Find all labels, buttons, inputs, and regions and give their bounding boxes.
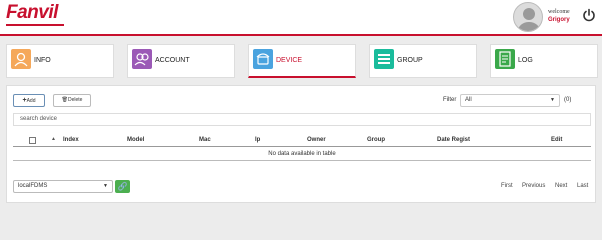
delete-button[interactable]: 🗑Delete xyxy=(53,94,91,107)
link-icon: 🔗 xyxy=(117,182,128,191)
filter-label: Filter xyxy=(443,97,457,103)
search-input[interactable]: search device xyxy=(13,113,591,126)
delete-button-label: Delete xyxy=(67,97,83,103)
logo-underline xyxy=(6,24,64,26)
column-owner[interactable]: Owner xyxy=(307,137,326,143)
column-ip[interactable]: Ip xyxy=(255,137,260,143)
column-index[interactable]: Index xyxy=(63,137,79,143)
device-panel: +Add 🗑Delete Filter All ▼ (0) search dev… xyxy=(6,85,596,203)
table-header: ▲ Index Model Mac Ip Owner Group Date Re… xyxy=(13,135,591,147)
filter-select[interactable]: All ▼ xyxy=(460,94,560,107)
tab-group-label: GROUP xyxy=(397,57,423,64)
info-user-icon xyxy=(11,49,31,69)
pager-next[interactable]: Next xyxy=(555,183,567,189)
sort-asc-icon[interactable]: ▲ xyxy=(51,136,56,142)
column-edit[interactable]: Edit xyxy=(551,137,562,143)
pager-last[interactable]: Last xyxy=(577,183,588,189)
tab-info-label: INFO xyxy=(34,57,51,64)
log-document-icon xyxy=(495,49,515,69)
pager-previous[interactable]: Previous xyxy=(522,183,545,189)
chevron-down-icon: ▼ xyxy=(550,97,555,103)
add-button[interactable]: +Add xyxy=(13,94,45,107)
pager-first[interactable]: First xyxy=(501,183,513,189)
group-list-icon xyxy=(374,49,394,69)
tab-group[interactable]: GROUP xyxy=(369,44,477,78)
tab-info[interactable]: INFO xyxy=(6,44,114,78)
username: Grigory xyxy=(548,17,570,23)
select-all-checkbox[interactable] xyxy=(29,137,36,144)
column-model[interactable]: Model xyxy=(127,137,144,143)
tab-device[interactable]: DEVICE xyxy=(248,44,356,78)
tab-log-label: LOG xyxy=(518,57,533,64)
account-users-icon xyxy=(132,49,152,69)
fanvil-logo: Fanvil xyxy=(6,2,58,23)
column-mac[interactable]: Mac xyxy=(199,137,211,143)
tab-device-label: DEVICE xyxy=(276,57,303,64)
device-phone-icon xyxy=(253,49,273,69)
tab-account[interactable]: ACCOUNT xyxy=(127,44,235,78)
top-header: Fanvil welcome Grigory xyxy=(0,0,602,36)
avatar[interactable] xyxy=(513,2,543,32)
server-value: localFDMS xyxy=(18,183,48,189)
empty-table-message: No data available in table xyxy=(13,148,591,161)
welcome-text: welcome xyxy=(548,9,570,15)
column-group[interactable]: Group xyxy=(367,137,385,143)
link-button[interactable]: 🔗 xyxy=(115,180,130,193)
tab-log[interactable]: LOG xyxy=(490,44,598,78)
add-button-label: Add xyxy=(26,98,36,104)
power-icon[interactable] xyxy=(582,8,596,22)
filter-value: All xyxy=(465,97,472,103)
tab-account-label: ACCOUNT xyxy=(155,57,190,64)
chevron-down-icon: ▼ xyxy=(103,183,108,189)
avatar-person-icon xyxy=(518,8,540,31)
server-select[interactable]: localFDMS ▼ xyxy=(13,180,113,193)
filter-count: (0) xyxy=(564,97,572,103)
column-date-regist[interactable]: Date Regist xyxy=(437,137,470,143)
